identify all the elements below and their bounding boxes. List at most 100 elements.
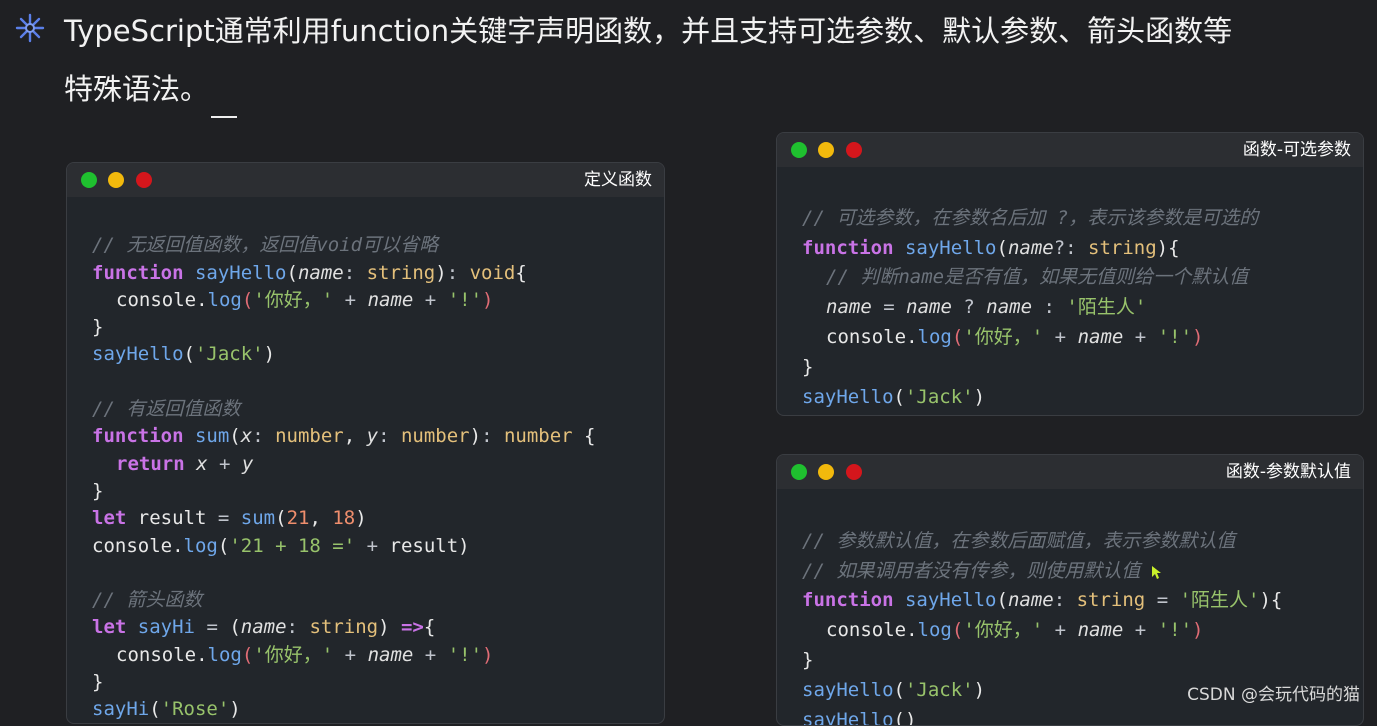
heading-line-2: 特殊语法。 xyxy=(64,72,210,106)
string: 'Jack' xyxy=(904,385,974,408)
function-name: sayHello xyxy=(194,261,287,284)
type: number xyxy=(400,425,470,448)
param: name xyxy=(297,261,344,284)
function-name: sayHi xyxy=(92,698,150,721)
code-block: // 可选参数，在参数名后加 ?，表示该参数是可选的 function sayHe… xyxy=(777,167,1363,416)
window-yellow-dot[interactable] xyxy=(818,142,834,158)
param: y xyxy=(366,425,379,448)
method: log xyxy=(917,325,952,348)
code-comment: // 参数默认值，在参数后面赋值，表示参数默认值 xyxy=(802,529,1236,552)
code-line: } xyxy=(92,479,104,502)
window-green-dot[interactable] xyxy=(81,172,97,188)
code-line: function sayHello(name?: string){ xyxy=(802,236,1180,259)
function-name: sayHello xyxy=(802,708,894,726)
string: '你好，' xyxy=(253,288,334,311)
code-line: let sayHi = (name: string) =>{ xyxy=(92,616,436,639)
type: string xyxy=(366,261,436,284)
code-line: } xyxy=(802,648,814,671)
code-line: } xyxy=(92,671,104,694)
identifier: console xyxy=(826,619,907,642)
param: name xyxy=(367,643,414,666)
code-comment: // 判断name是否有值，如果无值则给一个默认值 xyxy=(826,266,1249,289)
string: '!' xyxy=(1157,619,1193,642)
param: name xyxy=(986,296,1033,319)
text-cursor xyxy=(211,90,238,118)
window-title: 定义函数 xyxy=(584,170,652,190)
code-line: console.log('你好，' + name + '!') xyxy=(826,325,1204,348)
window-titlebar: 定义函数 xyxy=(67,163,664,197)
function-name: sum xyxy=(194,425,230,448)
code-line: sayHi('Rose') xyxy=(92,698,241,721)
code-window-optional-params: 函数-可选参数 // 可选参数，在参数名后加 ?，表示该参数是可选的 functi… xyxy=(776,132,1364,416)
code-line: function sayHello(name: string = '陌生人'){ xyxy=(802,589,1283,612)
code-line: } xyxy=(92,316,104,339)
code-comment: // 可选参数，在参数名后加 ?，表示该参数是可选的 xyxy=(802,206,1259,229)
string: 'Jack' xyxy=(904,678,974,701)
window-green-dot[interactable] xyxy=(791,464,807,480)
type: string xyxy=(309,616,379,639)
code-line: sayHello('Jack') xyxy=(92,343,276,366)
function-name: sum xyxy=(240,507,276,530)
code-line: sayHello() xyxy=(802,412,1363,416)
window-red-dot[interactable] xyxy=(846,464,862,480)
window-titlebar: 函数-参数默认值 xyxy=(777,455,1363,489)
param: name xyxy=(1077,619,1124,642)
window-red-dot[interactable] xyxy=(136,172,152,188)
code-comment: // 有返回值函数 xyxy=(92,398,241,421)
function-name: sayHello xyxy=(904,236,997,259)
page-heading: TypeScript通常利用function关键字声明函数，并且支持可选参数、默… xyxy=(64,2,1354,118)
function-name: sayHello xyxy=(92,343,184,366)
string: '你好，' xyxy=(253,643,334,666)
keyword: function xyxy=(92,261,184,284)
type: void xyxy=(469,261,516,284)
string: 'Jack' xyxy=(194,343,264,366)
param: x xyxy=(196,452,208,475)
code-line: let result = sum(21, 18) xyxy=(92,507,367,530)
type: string xyxy=(1076,589,1146,612)
param: name xyxy=(1077,325,1124,348)
param: name xyxy=(906,296,952,319)
identifier: result xyxy=(137,507,207,530)
string: '!' xyxy=(447,643,483,666)
string: '21 + 18 =' xyxy=(229,534,356,557)
code-line: sayHello('Jack') xyxy=(802,385,986,408)
string: 'Rose' xyxy=(160,698,230,721)
function-name: sayHello xyxy=(904,589,997,612)
keyword: function xyxy=(802,236,894,259)
code-line: console.log('你好，' + name + '!') xyxy=(116,643,494,666)
method: log xyxy=(917,619,952,642)
window-green-dot[interactable] xyxy=(791,142,807,158)
type: number xyxy=(275,425,344,448)
function-name: sayHello xyxy=(802,678,894,701)
param: name xyxy=(240,616,287,639)
window-title: 函数-可选参数 xyxy=(1242,140,1351,160)
keyword: function xyxy=(802,589,894,612)
window-title: 函数-参数默认值 xyxy=(1225,462,1351,482)
heading-line-1: TypeScript通常利用function关键字声明函数，并且支持可选参数、默… xyxy=(64,14,1233,48)
code-line: function sum(x: number, y: number): numb… xyxy=(92,425,596,448)
sparkle-icon xyxy=(15,13,45,43)
number: 18 xyxy=(332,507,356,530)
identifier: console xyxy=(116,643,197,666)
window-red-dot[interactable] xyxy=(846,142,862,158)
param: name xyxy=(367,288,414,311)
identifier: console xyxy=(826,325,907,348)
code-line: console.log('你好，' + name + '!') xyxy=(116,288,494,311)
identifier: console xyxy=(92,534,173,557)
function-name: sayHello xyxy=(802,415,894,416)
window-titlebar: 函数-可选参数 xyxy=(777,133,1363,167)
code-block: // 无返回值函数，返回值void可以省略 function sayHello(n… xyxy=(67,197,664,723)
method: log xyxy=(183,534,218,557)
code-line: sayHello() xyxy=(802,706,1363,726)
string: '!' xyxy=(1157,325,1193,348)
string: '陌生人' xyxy=(1179,589,1260,612)
param: x xyxy=(240,425,253,448)
type: number xyxy=(503,425,573,448)
keyword: function xyxy=(92,425,184,448)
code-comment: // 无返回值函数，返回值void可以省略 xyxy=(92,234,439,257)
window-yellow-dot[interactable] xyxy=(818,464,834,480)
window-yellow-dot[interactable] xyxy=(108,172,124,188)
param: name xyxy=(1007,236,1054,259)
